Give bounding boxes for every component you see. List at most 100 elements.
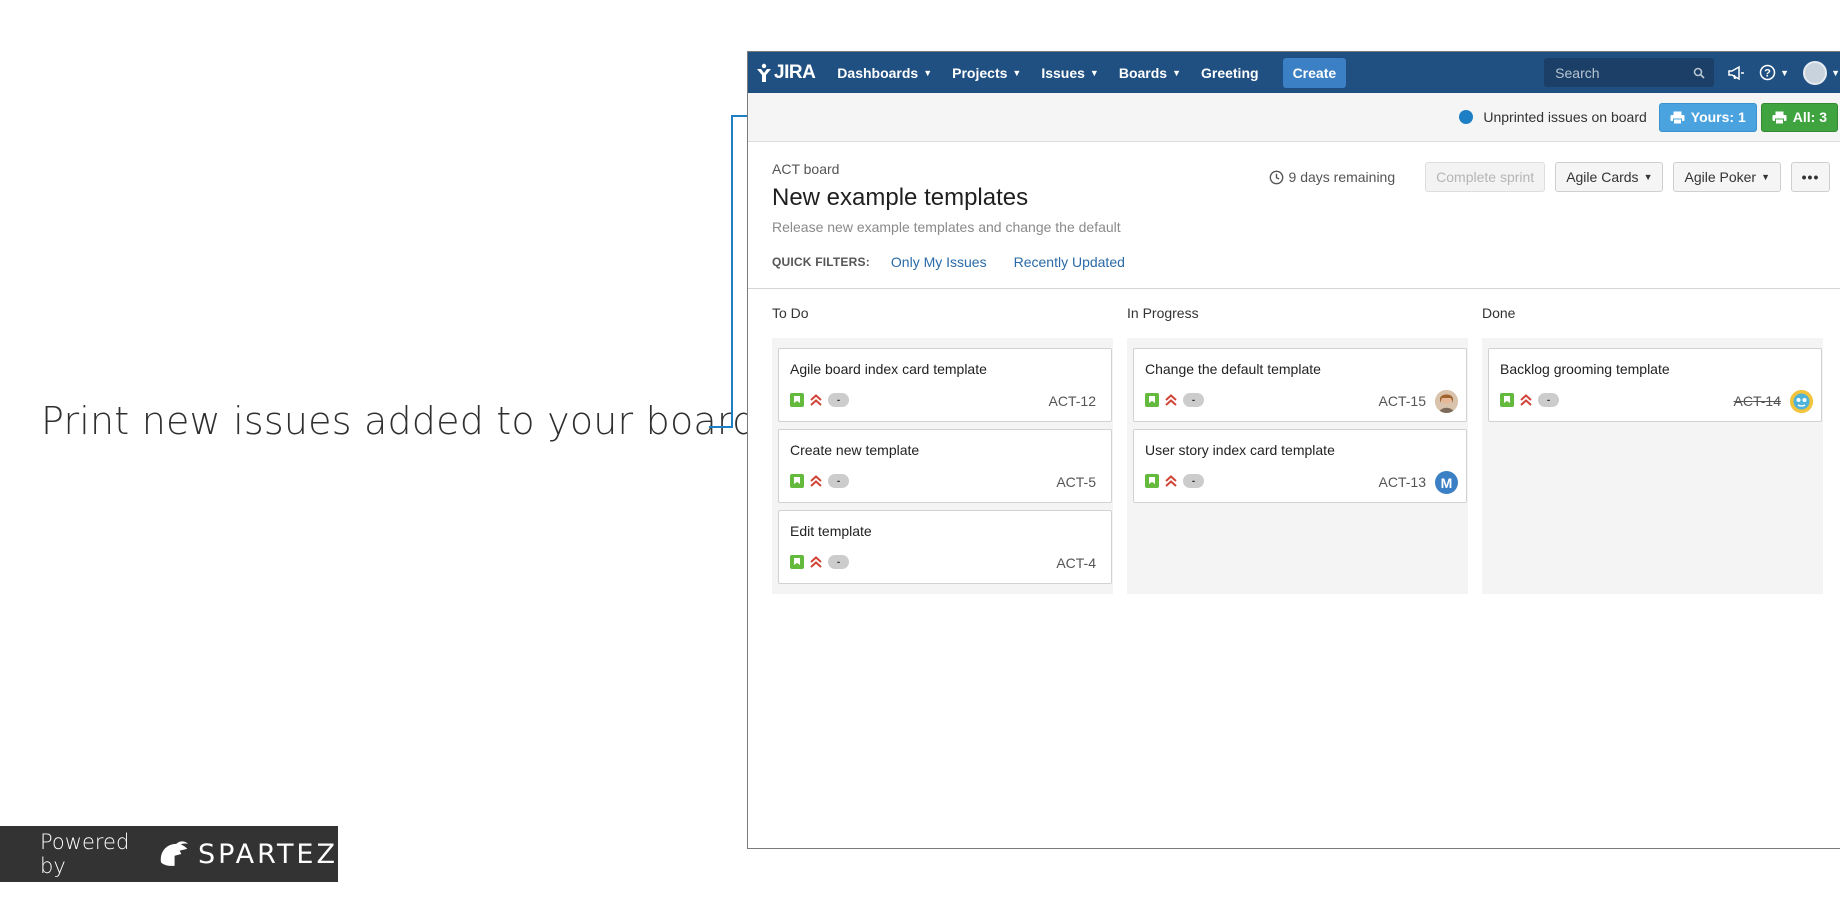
issue-meta: - — [790, 393, 849, 407]
menu-greeting[interactable]: Greeting — [1191, 52, 1269, 93]
issue-card[interactable]: Create new template - ACT-5 — [778, 429, 1112, 503]
user-avatar — [1803, 60, 1828, 85]
menu-greeting-label: Greeting — [1200, 64, 1259, 81]
column-title-done: Done — [1482, 305, 1516, 321]
estimate-badge: - — [1183, 393, 1204, 407]
highest-priority-icon — [1520, 393, 1532, 407]
issue-meta: - — [1145, 474, 1204, 488]
issue-key[interactable]: ACT-15 — [1379, 393, 1426, 409]
chevron-down-icon: ▼ — [1761, 172, 1770, 182]
slide: Print new issues added to your board Pow… — [0, 0, 1840, 900]
highest-priority-icon — [810, 474, 822, 488]
breadcrumb[interactable]: ACT board — [772, 161, 839, 177]
issue-card[interactable]: Edit template - ACT-4 — [778, 510, 1112, 584]
issue-key[interactable]: ACT-12 — [1049, 393, 1096, 409]
svg-text:?: ? — [1764, 68, 1771, 80]
estimate-badge: - — [828, 393, 849, 407]
menu-issues-label: Issues — [1041, 64, 1085, 81]
issue-summary: Agile board index card template — [790, 361, 987, 377]
agile-poker-button[interactable]: Agile Poker ▼ — [1673, 162, 1781, 192]
print-all-button[interactable]: All: 3 — [1760, 102, 1838, 132]
print-indicator-dot — [1459, 110, 1474, 124]
jira-logo[interactable]: JIRA — [756, 61, 816, 84]
sprint-remaining: 9 days remaining — [1269, 169, 1395, 185]
help-button[interactable]: ? ▼ — [1759, 64, 1789, 81]
menu-projects-label: Projects — [952, 64, 1008, 81]
column-to-do: Agile board index card template - ACT-12… — [772, 338, 1113, 594]
issue-key[interactable]: ACT-13 — [1379, 474, 1426, 490]
profile-button[interactable]: ▼ — [1803, 60, 1840, 85]
page-title: New example templates — [772, 184, 1029, 211]
search-field[interactable] — [1544, 58, 1715, 87]
unprinted-issues-label: Unprinted issues on board — [1483, 109, 1647, 125]
menu-issues[interactable]: Issues ▼ — [1031, 52, 1109, 93]
agile-cards-button[interactable]: Agile Cards ▼ — [1555, 162, 1664, 192]
print-yours-button[interactable]: Yours: 1 — [1658, 102, 1757, 132]
nav-right-tools: ? ▼ ▼ — [1544, 52, 1840, 93]
menu-boards[interactable]: Boards ▼ — [1109, 52, 1191, 93]
estimate-badge: - — [1538, 393, 1559, 407]
header-actions: 9 days remaining Complete sprint Agile C… — [1269, 162, 1830, 192]
issue-key[interactable]: ACT-14 — [1734, 393, 1781, 409]
issue-key[interactable]: ACT-4 — [1056, 555, 1096, 571]
issue-summary: Change the default template — [1145, 361, 1321, 377]
estimate-badge: - — [1183, 474, 1204, 488]
more-actions-button[interactable]: ••• — [1791, 162, 1830, 192]
chevron-down-icon: ▼ — [1780, 67, 1790, 78]
main-menu: Dashboards ▼ Projects ▼ Issues ▼ Boards ▼ Gr… — [827, 52, 1347, 93]
assignee-avatar: M — [1435, 471, 1458, 494]
issue-card[interactable]: Agile board index card template - ACT-12 — [778, 348, 1112, 422]
issue-card[interactable]: Change the default template - ACT-15 — [1133, 348, 1467, 422]
powered-by-label: Powered by — [40, 830, 130, 878]
callout-connector-vertical — [731, 115, 733, 428]
highest-priority-icon — [1165, 393, 1177, 407]
quick-filters-label: QUICK FILTERS: — [772, 255, 870, 269]
complete-sprint-button[interactable]: Complete sprint — [1425, 162, 1546, 192]
print-yours-label: Yours: 1 — [1690, 109, 1746, 125]
quick-filter-only-my-issues[interactable]: Only My Issues — [891, 254, 987, 270]
menu-dashboards[interactable]: Dashboards ▼ — [827, 52, 942, 93]
agile-poker-label: Agile Poker — [1684, 169, 1757, 185]
issue-meta: - — [790, 555, 849, 569]
megaphone-icon — [1728, 65, 1745, 80]
spartez-logo-text: SPARTEZ — [197, 838, 338, 870]
chevron-down-icon: ▼ — [923, 67, 933, 78]
printer-icon — [1772, 111, 1787, 124]
story-icon — [790, 474, 804, 488]
issue-summary: Create new template — [790, 442, 920, 458]
quick-filters: QUICK FILTERS: Only My Issues Recently U… — [772, 254, 1152, 270]
create-button[interactable]: Create — [1282, 57, 1347, 88]
agile-cards-label: Agile Cards — [1566, 169, 1639, 185]
callout-text: Print new issues added to your board — [41, 399, 757, 443]
print-bar: Unprinted issues on board Yours: 1 All: … — [748, 93, 1840, 142]
quick-filter-recently-updated[interactable]: Recently Updated — [1014, 254, 1125, 270]
callout-connector-horizontal — [709, 426, 732, 428]
story-icon — [790, 393, 804, 407]
menu-projects[interactable]: Projects ▼ — [942, 52, 1031, 93]
column-title-to-do: To Do — [772, 305, 809, 321]
chevron-down-icon: ▼ — [1831, 67, 1840, 78]
notifications-button[interactable] — [1728, 65, 1745, 81]
issue-meta: - — [790, 474, 849, 488]
jira-logo-text: JIRA — [774, 61, 816, 83]
board-header: ACT board New example templates Release … — [748, 142, 1840, 289]
help-icon: ? — [1759, 64, 1776, 81]
issue-summary: Edit template — [790, 523, 872, 539]
issue-card[interactable]: Backlog grooming template - ACT-14 — [1488, 348, 1822, 422]
issue-meta: - — [1500, 393, 1559, 407]
jira-window: JIRA Dashboards ▼ Projects ▼ Issues ▼ Board… — [747, 51, 1840, 849]
search-icon — [1693, 67, 1705, 79]
column-title-in-progress: In Progress — [1127, 305, 1199, 321]
menu-dashboards-label: Dashboards — [837, 64, 919, 81]
chevron-down-icon: ▼ — [1172, 67, 1181, 78]
issue-key[interactable]: ACT-5 — [1056, 474, 1096, 490]
spartan-helmet-icon — [161, 841, 189, 866]
column-done: Backlog grooming template - ACT-14 — [1482, 338, 1823, 594]
issue-meta: - — [1145, 393, 1204, 407]
issue-card[interactable]: User story index card template - ACT-13 … — [1133, 429, 1467, 503]
column-in-progress: Change the default template - ACT-15 Use… — [1127, 338, 1468, 594]
search-input[interactable] — [1555, 64, 1686, 81]
highest-priority-icon — [1165, 474, 1177, 488]
estimate-badge: - — [828, 555, 849, 569]
powered-by-banner: Powered by SPARTEZ — [0, 826, 338, 882]
